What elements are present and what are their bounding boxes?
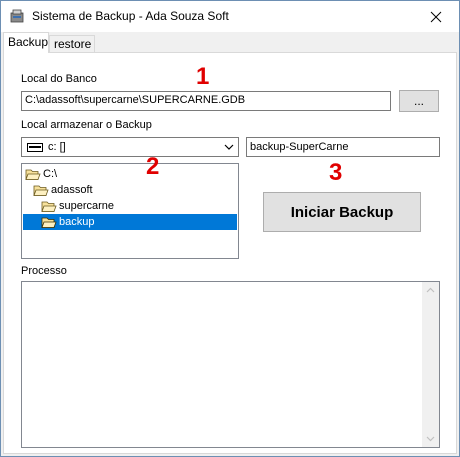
backup-name-input[interactable]: backup-SuperCarne	[246, 137, 440, 157]
scroll-down-icon[interactable]	[426, 436, 435, 442]
folder-list[interactable]: C:\ adassoft supercarne backup	[21, 163, 239, 259]
folder-item-root[interactable]: C:\	[25, 166, 57, 182]
db-path-input[interactable]: C:\adassoft\supercarne\SUPERCARNE.GDB	[21, 91, 391, 111]
vertical-scrollbar[interactable]	[422, 282, 439, 447]
close-button[interactable]	[413, 1, 459, 32]
window-title: Sistema de Backup - Ada Souza Soft	[32, 9, 229, 23]
tab-restore[interactable]: restore	[49, 35, 95, 52]
backup-window: Sistema de Backup - Ada Souza Soft Backu…	[0, 0, 460, 457]
annotation-1: 1	[196, 63, 210, 90]
folder-item-adassoft[interactable]: adassoft	[33, 182, 93, 198]
start-backup-label: Iniciar Backup	[290, 203, 394, 221]
browse-button[interactable]: ...	[399, 90, 439, 112]
folder-item-backup[interactable]: backup	[23, 214, 237, 230]
annotation-2: 2	[146, 153, 160, 180]
open-folder-icon	[25, 169, 41, 180]
drive-icon	[27, 143, 43, 152]
folder-item-label: supercarne	[59, 200, 115, 212]
open-folder-icon	[41, 217, 57, 228]
tab-strip: Backup restore	[1, 32, 459, 53]
drive-select-value: c: []	[48, 141, 66, 153]
chevron-down-icon	[224, 144, 234, 150]
drive-select[interactable]: c: []	[21, 137, 239, 157]
process-label: Processo	[21, 265, 67, 277]
title-bar: Sistema de Backup - Ada Souza Soft	[1, 1, 459, 32]
folder-item-label: C:\	[43, 168, 58, 180]
process-log[interactable]	[21, 281, 440, 448]
folder-item-label: adassoft	[51, 184, 93, 196]
annotation-3: 3	[329, 159, 343, 186]
tab-backup-label: Backup	[8, 35, 49, 49]
backup-destination-label: Local armazenar o Backup	[21, 119, 152, 131]
db-location-label: Local do Banco	[21, 73, 97, 85]
start-backup-button[interactable]: Iniciar Backup	[263, 192, 421, 232]
folder-item-label: backup	[59, 216, 95, 228]
open-folder-icon	[41, 201, 57, 212]
browse-button-label: ...	[413, 94, 424, 108]
folder-item-supercarne[interactable]: supercarne	[41, 198, 114, 214]
close-icon	[430, 11, 442, 22]
tab-restore-label: restore	[54, 37, 92, 51]
open-folder-icon	[33, 185, 49, 196]
scroll-up-icon[interactable]	[426, 287, 435, 293]
backup-tab-panel: Local do Banco C:\adassoft\supercarne\SU…	[3, 52, 457, 454]
app-icon	[10, 9, 24, 23]
tab-backup[interactable]: Backup	[3, 32, 49, 53]
